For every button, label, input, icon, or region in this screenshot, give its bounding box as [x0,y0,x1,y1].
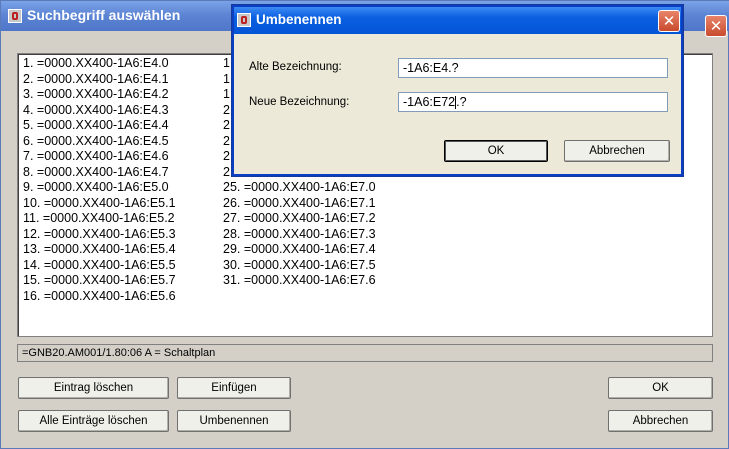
new-name-text-after-caret: .? [456,95,467,109]
delete-entry-button[interactable]: Eintrag löschen [18,377,169,399]
list-item[interactable]: 13. =0000.XX400-1A6:E5.4 [23,242,176,257]
delete-all-button[interactable]: Alle Einträge löschen [18,410,169,432]
dialog-title: Umbenennen [256,12,342,27]
list-item[interactable]: 6. =0000.XX400-1A6:E4.5 [23,134,169,149]
list-item[interactable]: 11. =0000.XX400-1A6:E5.2 [23,211,175,226]
dialog-titlebar[interactable]: Umbenennen ✕ [234,7,681,34]
list-item[interactable]: 1 [223,56,230,71]
main-window-title: Suchbegriff auswählen [27,7,181,23]
list-item[interactable]: 2. =0000.XX400-1A6:E4.1 [23,72,169,87]
cancel-button[interactable]: Abbrechen [608,410,713,432]
new-name-text-before-caret: -1A6:E72 [403,95,456,109]
app-icon [8,9,22,23]
rename-button[interactable]: Umbenennen [177,410,291,432]
dialog-close-icon[interactable]: ✕ [658,10,680,32]
dialog-app-icon [237,13,251,27]
ok-button[interactable]: OK [608,377,713,399]
list-item[interactable]: 16. =0000.XX400-1A6:E5.6 [23,289,176,304]
list-item[interactable]: 30. =0000.XX400-1A6:E7.5 [223,258,376,273]
list-item[interactable]: 29. =0000.XX400-1A6:E7.4 [223,242,376,257]
selected-entry-field: =GNB20.AM001/1.80:06 A = Schaltplan [17,344,713,362]
old-name-label: Alte Bezeichnung: [249,61,342,73]
new-name-input[interactable]: -1A6:E72.? [398,92,668,112]
list-item[interactable]: 25. =0000.XX400-1A6:E7.0 [223,180,376,195]
list-item[interactable]: 9. =0000.XX400-1A6:E5.0 [23,180,169,195]
list-item[interactable]: 14. =0000.XX400-1A6:E5.5 [23,258,176,273]
dialog-ok-button[interactable]: OK [444,140,548,162]
list-item[interactable]: 2 [223,103,230,118]
list-item[interactable]: 15. =0000.XX400-1A6:E5.7 [23,273,176,288]
insert-button[interactable]: Einfügen [177,377,291,399]
new-name-label: Neue Bezeichnung: [249,96,350,108]
list-item[interactable]: 2 [223,149,230,164]
main-close-icon[interactable]: ✕ [705,15,727,37]
list-item[interactable]: 27. =0000.XX400-1A6:E7.2 [223,211,376,226]
list-item[interactable]: 1. =0000.XX400-1A6:E4.0 [23,56,169,71]
list-item[interactable]: 28. =0000.XX400-1A6:E7.3 [223,227,376,242]
list-item[interactable]: 5. =0000.XX400-1A6:E4.4 [23,118,169,133]
list-item[interactable]: 1 [223,72,230,87]
list-item[interactable]: 2 [223,134,230,149]
list-item[interactable]: 2 [223,165,230,180]
list-item[interactable]: 4. =0000.XX400-1A6:E4.3 [23,103,169,118]
list-item[interactable]: 8. =0000.XX400-1A6:E4.7 [23,165,169,180]
list-item[interactable]: 3. =0000.XX400-1A6:E4.2 [23,87,169,102]
list-item[interactable]: 1 [223,87,230,102]
list-item[interactable]: 7. =0000.XX400-1A6:E4.6 [23,149,169,164]
old-name-field[interactable]: -1A6:E4.? [398,58,668,78]
rename-dialog: Umbenennen ✕ Alte Bezeichnung: -1A6:E4.?… [232,5,683,176]
list-item[interactable]: 26. =0000.XX400-1A6:E7.1 [223,196,376,211]
list-item[interactable]: 10. =0000.XX400-1A6:E5.1 [23,196,176,211]
list-item[interactable]: 31. =0000.XX400-1A6:E7.6 [223,273,376,288]
list-item[interactable]: 2 [223,118,230,133]
list-item[interactable]: 12. =0000.XX400-1A6:E5.3 [23,227,176,242]
dialog-cancel-button[interactable]: Abbrechen [564,140,670,162]
